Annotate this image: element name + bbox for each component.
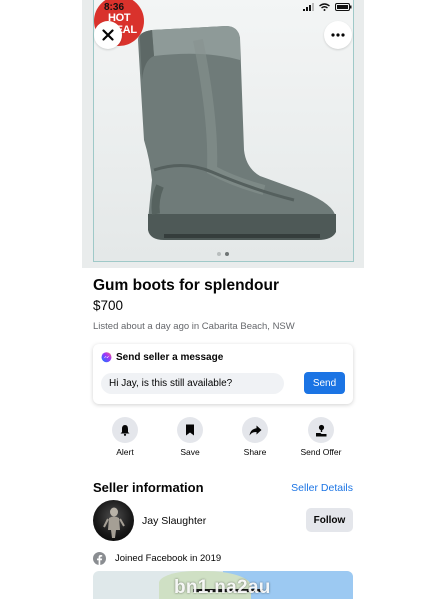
seller-details-link[interactable]: Seller Details [291,482,353,494]
avatar-figure-icon [103,507,125,538]
more-icon [331,33,345,37]
listing-price: $700 [93,298,124,313]
listing-meta: Listed about a day ago in Cabarita Beach… [93,321,295,332]
close-button[interactable] [94,21,122,49]
seller-name[interactable]: Jay Slaughter [142,515,206,527]
messenger-icon [101,352,112,363]
close-icon [102,29,114,41]
battery-icon [335,3,352,11]
bell-icon [120,425,130,436]
listing-photo-area[interactable]: HOT DEAL 8:36 [82,0,364,268]
send-offer-icon [315,424,326,436]
action-bar: Alert Save Share Send Offer [93,417,353,461]
wifi-icon [319,3,330,11]
marketplace-listing-screen: HOT DEAL 8:36 Gum boots for splendour $7… [82,0,364,599]
more-options-button[interactable] [324,21,352,49]
alert-label: Alert [116,447,134,457]
joined-facebook-text: Joined Facebook in 2019 [115,553,222,564]
seller-avatar[interactable] [93,500,134,541]
pager-dot-active[interactable] [225,252,229,256]
message-seller-card: Send seller a message Send [93,344,353,404]
listing-title: Gum boots for splendour [93,277,279,294]
photo-pager[interactable] [217,252,229,256]
save-button[interactable] [177,417,203,443]
bookmark-icon [186,424,194,436]
share-label: Share [243,447,267,457]
message-input[interactable] [101,373,284,394]
seller-information-heading: Seller information [93,480,204,495]
status-time: 8:36 [104,2,125,13]
alert-button[interactable] [112,417,138,443]
share-icon [249,425,261,435]
watermark-text: bn1.na2au [174,577,271,598]
share-button[interactable] [242,417,268,443]
status-icons [303,3,352,11]
pager-dot[interactable] [217,252,221,256]
send-button[interactable]: Send [304,372,345,394]
send-offer-action[interactable]: Send Offer [291,417,351,457]
facebook-icon [93,552,106,565]
follow-button[interactable]: Follow [306,508,353,532]
send-offer-label: Send Offer [300,447,342,457]
message-heading: Send seller a message [116,352,224,363]
save-label: Save [180,447,200,457]
save-action[interactable]: Save [160,417,220,457]
signal-icon [303,3,314,11]
share-action[interactable]: Share [225,417,285,457]
send-offer-button[interactable] [308,417,334,443]
alert-action[interactable]: Alert [95,417,155,457]
